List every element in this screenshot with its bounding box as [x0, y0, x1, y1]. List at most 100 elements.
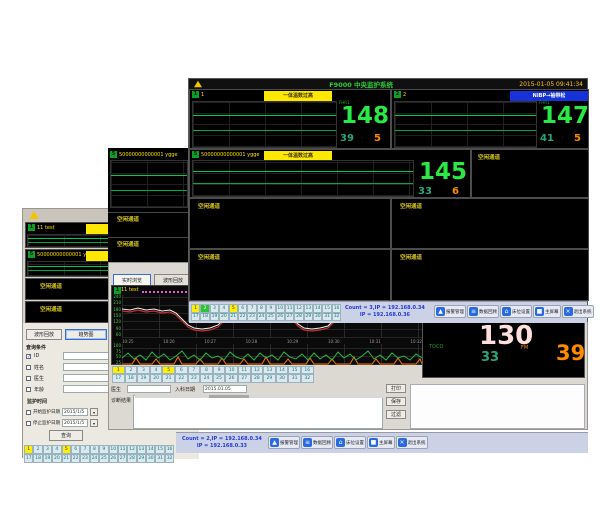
bed-cell-27[interactable]: 27 [285, 313, 294, 322]
bed-cell-14[interactable]: 14 [146, 445, 155, 454]
statusbar-button-1[interactable]: ≡数据回顾 [467, 305, 499, 318]
stop-date-checkbox[interactable] [26, 421, 31, 426]
bed-cell-14[interactable]: 14 [276, 366, 289, 374]
bed-cell-8[interactable]: 8 [90, 445, 99, 454]
bed-cell-11[interactable]: 11 [238, 366, 251, 374]
bed-cell-21[interactable]: 21 [229, 313, 238, 322]
bed-cell-1[interactable]: 1 [191, 304, 200, 313]
bed-cell-15[interactable]: 15 [288, 366, 301, 374]
bed-cell-28[interactable]: 28 [294, 313, 303, 322]
bed-cell-2[interactable]: 2 [33, 445, 42, 454]
bed-cell-30[interactable]: 30 [146, 454, 155, 463]
statusbar-button-0[interactable]: ▲报警管理 [268, 436, 300, 449]
bed-cell-10[interactable]: 10 [225, 366, 238, 374]
stop-date-dropdown-icon[interactable]: ▾ [90, 419, 98, 427]
bed-cell-13[interactable]: 13 [263, 366, 276, 374]
bed-cell-25[interactable]: 25 [99, 454, 108, 463]
bed-cell-25[interactable]: 25 [213, 374, 226, 382]
bed-cell-16[interactable]: 16 [165, 445, 174, 454]
bed-cell-18[interactable]: 18 [125, 374, 138, 382]
bed-cell-11[interactable]: 11 [118, 445, 127, 454]
bed-cell-22[interactable]: 22 [71, 454, 80, 463]
statusbar-button-1[interactable]: ≡数据回顾 [301, 436, 333, 449]
bed-cell-17[interactable]: 17 [112, 374, 125, 382]
bed-cell-20[interactable]: 20 [52, 454, 61, 463]
bed-cell-8[interactable]: 8 [200, 366, 213, 374]
bed-cell-7[interactable]: 7 [80, 445, 89, 454]
bed-cell-32[interactable]: 32 [332, 313, 341, 322]
bed-cell-20[interactable]: 20 [150, 374, 163, 382]
bed-cell-9[interactable]: 9 [213, 366, 226, 374]
bed-cell-4[interactable]: 4 [52, 445, 61, 454]
bed-cell-32[interactable]: 32 [165, 454, 174, 463]
tab-trend-graph[interactable]: 趋势图 [65, 329, 107, 340]
monitor-cell-bed1[interactable]: 1 1 一体温数过高 FHR1 148 39 · 5 [189, 89, 391, 149]
bed-cell-5[interactable]: 5 [229, 304, 238, 313]
bed-cell-7[interactable]: 7 [188, 366, 201, 374]
bed-cell-6[interactable]: 6 [175, 366, 188, 374]
print-button[interactable]: 打印 [386, 384, 406, 393]
bed-cell-1[interactable]: 1 [24, 445, 33, 454]
bed-cell-23[interactable]: 23 [247, 313, 256, 322]
record-list-panel[interactable] [410, 384, 585, 429]
bed-cell-6[interactable]: 6 [238, 304, 247, 313]
bed-cell-9[interactable]: 9 [266, 304, 275, 313]
bed-cell-1[interactable]: 1 [112, 366, 125, 374]
start-date-dropdown-icon[interactable]: ▾ [90, 408, 98, 416]
bed-cell-27[interactable]: 27 [238, 374, 251, 382]
bed-cell-12[interactable]: 12 [251, 366, 264, 374]
name-checkbox[interactable] [26, 365, 31, 370]
bed-cell-19[interactable]: 19 [137, 374, 150, 382]
bed-cell-10[interactable]: 10 [109, 445, 118, 454]
bed-cell-23[interactable]: 23 [80, 454, 89, 463]
bed-cell-32[interactable]: 32 [301, 374, 314, 382]
bed-cell-21[interactable]: 21 [62, 454, 71, 463]
monitor-cell-bed5[interactable]: 5 50000000000001 ygge 一体温数过高 145 33 6 [189, 149, 471, 198]
bed-cell-4[interactable]: 4 [219, 304, 228, 313]
diagnosis-textarea[interactable] [133, 395, 383, 429]
query-button[interactable]: 查询 [49, 430, 83, 441]
save-button[interactable]: 保存 [386, 397, 406, 406]
bed-cell-19[interactable]: 19 [43, 454, 52, 463]
bed-cell-15[interactable]: 15 [322, 304, 331, 313]
id-input[interactable] [63, 352, 109, 360]
bed-cell-8[interactable]: 8 [257, 304, 266, 313]
bed-cell-31[interactable]: 31 [288, 374, 301, 382]
doctor-checkbox[interactable] [26, 376, 31, 381]
bed-cell-23[interactable]: 23 [188, 374, 201, 382]
doctor-input[interactable] [63, 374, 109, 382]
bed-cell-28[interactable]: 28 [251, 374, 264, 382]
bed-cell-11[interactable]: 11 [285, 304, 294, 313]
bed-cell-3[interactable]: 3 [210, 304, 219, 313]
bed-cell-29[interactable]: 29 [137, 454, 146, 463]
bed-cell-25[interactable]: 25 [266, 313, 275, 322]
bed-cell-13[interactable]: 13 [304, 304, 313, 313]
bed-cell-29[interactable]: 29 [263, 374, 276, 382]
bed-cell-12[interactable]: 12 [294, 304, 303, 313]
tab-waveform-playback[interactable]: 波形回放 [26, 329, 62, 340]
statusbar-button-2[interactable]: ⌂床位设置 [334, 436, 366, 449]
start-date-input[interactable]: 2015/1/5 [62, 408, 88, 416]
bed-cell-14[interactable]: 14 [313, 304, 322, 313]
bed-cell-26[interactable]: 26 [276, 313, 285, 322]
name-input[interactable] [63, 363, 109, 371]
doctor-input[interactable] [127, 385, 171, 393]
statusbar-button-3[interactable]: ■主屏幕 [367, 436, 395, 449]
bed-cell-19[interactable]: 19 [210, 313, 219, 322]
bed-cell-27[interactable]: 27 [118, 454, 127, 463]
id-checkbox[interactable]: ✓ [26, 354, 31, 359]
bed-cell-6[interactable]: 6 [71, 445, 80, 454]
bed-cell-2[interactable]: 2 [125, 366, 138, 374]
statusbar-button-2[interactable]: ⌂床位设置 [500, 305, 532, 318]
bed-cell-5[interactable]: 5 [162, 366, 175, 374]
bed-cell-2[interactable]: 2 [200, 304, 209, 313]
bed-cell-3[interactable]: 3 [137, 366, 150, 374]
bed-cell-17[interactable]: 17 [24, 454, 33, 463]
scrollbar-thumb[interactable] [209, 395, 249, 398]
bed-cell-24[interactable]: 24 [257, 313, 266, 322]
horizontal-scrollbar[interactable] [135, 395, 383, 398]
bed-cell-30[interactable]: 30 [313, 313, 322, 322]
monitor-cell-bed2[interactable]: 2 2 NIBP→袖带松 FHR1 147 41 · 5 [391, 89, 589, 149]
statusbar-button-4[interactable]: ×退出系统 [562, 305, 594, 318]
bed-cell-10[interactable]: 10 [276, 304, 285, 313]
